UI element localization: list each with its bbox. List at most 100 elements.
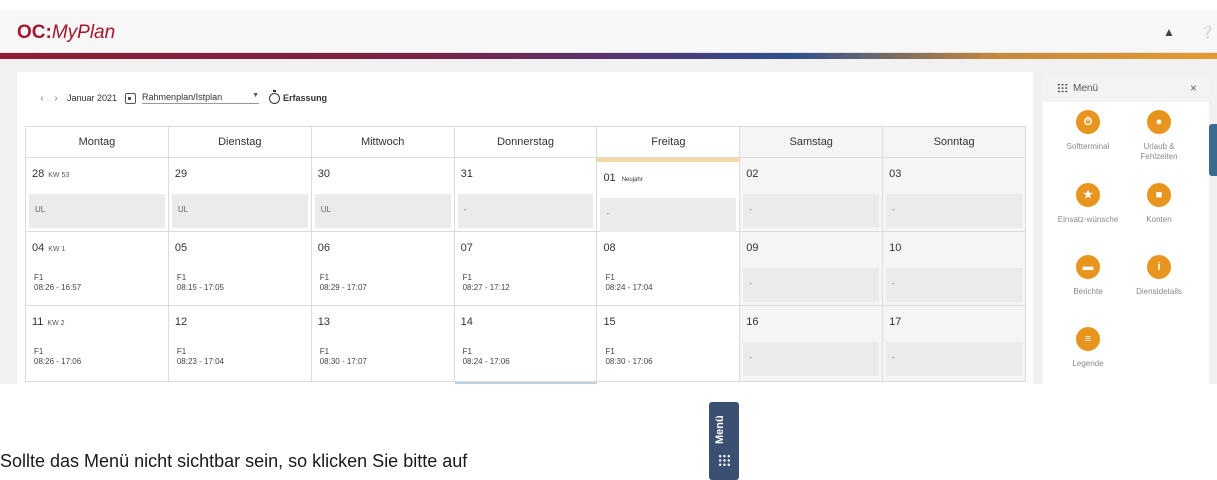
calendar-day-cell[interactable]: 03 - bbox=[882, 158, 1027, 232]
calendar-day-cell[interactable]: 02 - bbox=[739, 158, 884, 232]
shift-code: F1 bbox=[34, 273, 44, 282]
menu-item-label: Konten bbox=[1146, 215, 1172, 224]
day-number: 05 bbox=[174, 242, 188, 254]
list-icon: ≡ bbox=[1076, 327, 1100, 351]
day-entry-box[interactable]: - bbox=[743, 194, 880, 228]
user-icon[interactable]: ▲ bbox=[1162, 25, 1176, 39]
menu-item[interactable]: ≡ Legende bbox=[1053, 327, 1123, 369]
calendar-week-label: KW 2 bbox=[47, 320, 65, 327]
capture-link[interactable]: Erfassung bbox=[283, 93, 327, 103]
calendar-day-cell[interactable]: 16 - bbox=[739, 306, 884, 382]
day-number-line: 13 bbox=[318, 316, 330, 328]
info-icon: i bbox=[1147, 255, 1171, 279]
weekday-header: Dienstag bbox=[167, 126, 312, 158]
day-entry-box[interactable]: UL bbox=[171, 194, 308, 228]
selection-indicator bbox=[455, 382, 597, 384]
calendar-day-cell[interactable]: 12 F1 08:23 - 17:04 bbox=[167, 306, 312, 382]
shift-code: F1 bbox=[462, 273, 472, 282]
day-number: 09 bbox=[746, 242, 759, 254]
menu-item[interactable]: ★ Einsatz-wünsche bbox=[1053, 183, 1123, 225]
calendar-day-cell[interactable]: 04 KW 1 F1 08:26 - 16:57 bbox=[25, 232, 169, 306]
shift-entry[interactable]: F1 08:26 - 16:57 bbox=[34, 273, 81, 293]
calendar-day-cell[interactable]: 28 KW 53 UL bbox=[25, 158, 169, 232]
menu-item[interactable]: ● Urlaub & Fehlzeiten bbox=[1124, 110, 1194, 162]
shift-entry[interactable]: F1 08:23 - 17:04 bbox=[177, 347, 224, 367]
calendar-day-cell[interactable]: 15 F1 08:30 - 17:06 bbox=[596, 306, 741, 382]
day-entry-box[interactable]: - bbox=[886, 268, 1023, 302]
instruction-text: Sollte das Menü nicht sichtbar sein, so … bbox=[0, 451, 468, 471]
weekday-header: Mittwoch bbox=[310, 126, 455, 158]
day-number: 16 bbox=[746, 316, 759, 328]
calendar-day-cell[interactable]: 31 - bbox=[453, 158, 598, 232]
day-entry-box[interactable]: - bbox=[886, 194, 1023, 228]
calendar-day-cell[interactable]: 29 UL bbox=[167, 158, 312, 232]
calendar-day-cell[interactable]: 01 Neujahr - bbox=[596, 158, 741, 232]
shift-code: F1 bbox=[319, 273, 330, 282]
day-number-line: 08 bbox=[603, 242, 615, 254]
menu-item-label: Legende bbox=[1072, 359, 1104, 368]
menu-item[interactable]: ■ Konten bbox=[1124, 183, 1194, 225]
menu-toggle-button[interactable]: Menü bbox=[709, 402, 739, 480]
menu-item[interactable]: ⏱ Softterminal bbox=[1053, 110, 1123, 152]
holiday-label: Neujahr bbox=[621, 177, 643, 183]
next-month-button[interactable]: › bbox=[49, 93, 63, 104]
day-number-line: 29 bbox=[175, 168, 187, 180]
menu-panel: Menü × ⏱ Softterminal ● Urlaub & Fehlzeiten… bbox=[1043, 75, 1209, 384]
day-number: 12 bbox=[174, 316, 188, 328]
day-entry-box[interactable]: - bbox=[457, 194, 594, 228]
shift-code: F1 bbox=[605, 273, 615, 282]
calendar-icon[interactable] bbox=[125, 92, 137, 104]
calendar-day-cell[interactable]: 08 F1 08:24 - 17:04 bbox=[596, 232, 741, 306]
menu-edge-tab[interactable] bbox=[1209, 124, 1217, 176]
shift-entry[interactable]: F1 08:26 - 17:06 bbox=[34, 347, 81, 367]
day-number: 15 bbox=[603, 316, 616, 328]
day-entry-box[interactable]: - bbox=[600, 198, 737, 232]
shift-code: F1 bbox=[605, 347, 615, 356]
shift-entry[interactable]: F1 08:30 - 17:07 bbox=[320, 347, 367, 367]
calendar-day-cell[interactable]: 13 F1 08:30 - 17:07 bbox=[310, 306, 455, 382]
day-entry-box[interactable]: - bbox=[743, 342, 880, 376]
shift-entry[interactable]: F1 08:15 - 17:05 bbox=[177, 273, 224, 293]
day-number-line: 15 bbox=[603, 316, 615, 328]
menu-item[interactable]: i Dienstdetails bbox=[1124, 255, 1194, 297]
calendar-day-cell[interactable]: 30 UL bbox=[310, 158, 455, 232]
stopwatch-icon bbox=[269, 89, 281, 104]
calendar-day-cell[interactable]: 05 F1 08:15 - 17:05 bbox=[167, 232, 312, 306]
day-number-line: 04 KW 1 bbox=[32, 242, 65, 254]
menu-item[interactable]: ▬ Berichte bbox=[1053, 255, 1123, 297]
current-month: Januar 2021 bbox=[67, 93, 118, 103]
day-number: 06 bbox=[317, 242, 330, 254]
menu-item-label: Einsatz-wünsche bbox=[1057, 215, 1119, 224]
calendar-week-row: 28 KW 53 UL 29 UL 30 UL 31-01 Neujahr -02-03- bbox=[25, 158, 1027, 232]
day-entry-box[interactable]: - bbox=[743, 268, 880, 302]
calendar-day-cell[interactable]: 07 F1 08:27 - 17:12 bbox=[453, 232, 598, 306]
help-icon[interactable]: ❔ bbox=[1200, 25, 1215, 39]
calendar-day-cell[interactable]: 11 KW 2 F1 08:26 - 17:06 bbox=[25, 306, 169, 382]
calendar-day-cell[interactable]: 09 - bbox=[739, 232, 884, 306]
shift-entry[interactable]: F1 08:27 - 17:12 bbox=[463, 273, 510, 293]
weekday-header: Samstag bbox=[739, 126, 884, 158]
day-number: 14 bbox=[460, 316, 473, 328]
calendar-day-cell[interactable]: 06 F1 08:29 - 17:07 bbox=[310, 232, 455, 306]
calendar-day-cell[interactable]: 17 - bbox=[882, 306, 1027, 382]
shift-entry[interactable]: F1 08:24 - 17:06 bbox=[463, 347, 510, 367]
prev-month-button[interactable]: ‹ bbox=[35, 93, 49, 104]
menu-item-label: Berichte bbox=[1073, 287, 1103, 296]
close-icon[interactable]: × bbox=[1190, 81, 1197, 95]
calendar-day-cell[interactable]: 10 - bbox=[882, 232, 1027, 306]
day-entry-box[interactable]: UL bbox=[29, 194, 165, 228]
shift-entry[interactable]: F1 08:24 - 17:04 bbox=[605, 273, 652, 293]
calendar-day-cell[interactable]: 14 F1 08:24 - 17:06 bbox=[453, 306, 598, 382]
day-number: 29 bbox=[174, 168, 188, 180]
plan-select[interactable]: Rahmenplan/Istplan ▼ bbox=[142, 92, 260, 104]
day-number-line: 10 bbox=[889, 242, 901, 254]
day-number-line: 06 bbox=[318, 242, 330, 254]
grid-icon bbox=[718, 454, 731, 467]
day-number: 17 bbox=[889, 316, 902, 328]
shift-entry[interactable]: F1 08:29 - 17:07 bbox=[320, 273, 367, 293]
app-logo[interactable]: OC:MyPlan bbox=[17, 22, 115, 44]
menu-item-label: Dienstdetails bbox=[1136, 287, 1182, 296]
shift-entry[interactable]: F1 08:30 - 17:06 bbox=[605, 347, 652, 367]
day-entry-box[interactable]: UL bbox=[314, 194, 451, 228]
day-entry-box[interactable]: - bbox=[886, 342, 1023, 376]
